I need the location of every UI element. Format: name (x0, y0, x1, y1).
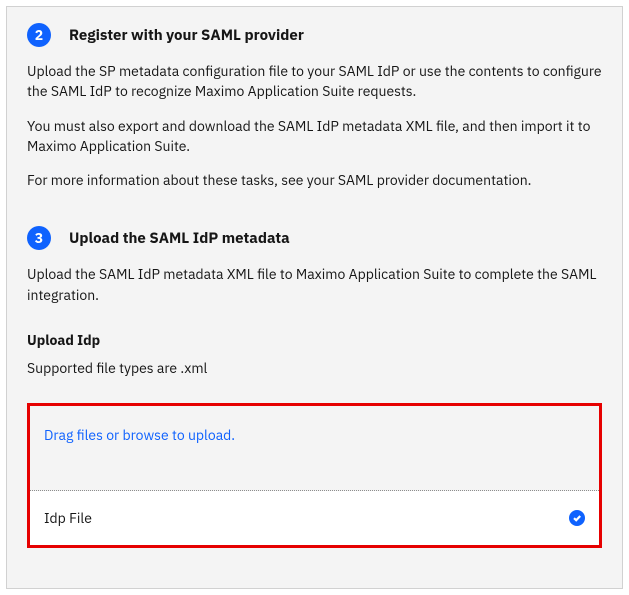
step-2-header: 2 Register with your SAML provider (27, 23, 602, 47)
step-2-paragraph-1: Upload the SP metadata configuration fil… (27, 61, 602, 102)
saml-config-panel: 2 Register with your SAML provider Uploa… (6, 6, 623, 589)
step-3-paragraph-1: Upload the SAML IdP metadata XML file to… (27, 264, 602, 305)
file-drop-zone[interactable]: Drag files or browse to upload. (30, 406, 599, 491)
uploaded-file-row[interactable]: Idp File (30, 491, 599, 545)
step-2-title: Register with your SAML provider (69, 26, 304, 45)
step-3-number: 3 (35, 229, 43, 247)
step-2-badge: 2 (27, 23, 51, 47)
upload-helper-text: Supported file types are .xml (27, 359, 602, 377)
uploaded-file-name: Idp File (44, 509, 92, 527)
drop-zone-text: Drag files or browse to upload. (44, 426, 235, 444)
step-2-paragraph-3: For more information about these tasks, … (27, 170, 602, 190)
step-2-paragraph-2: You must also export and download the SA… (27, 116, 602, 157)
step-2-number: 2 (35, 26, 43, 44)
upload-area-highlight: Drag files or browse to upload. Idp File (27, 403, 602, 548)
step-3-badge: 3 (27, 226, 51, 250)
step-3-header: 3 Upload the SAML IdP metadata (27, 226, 602, 250)
upload-idp-label: Upload Idp (27, 331, 602, 349)
step-3-title: Upload the SAML IdP metadata (69, 229, 290, 248)
checkmark-filled-icon (569, 510, 585, 526)
